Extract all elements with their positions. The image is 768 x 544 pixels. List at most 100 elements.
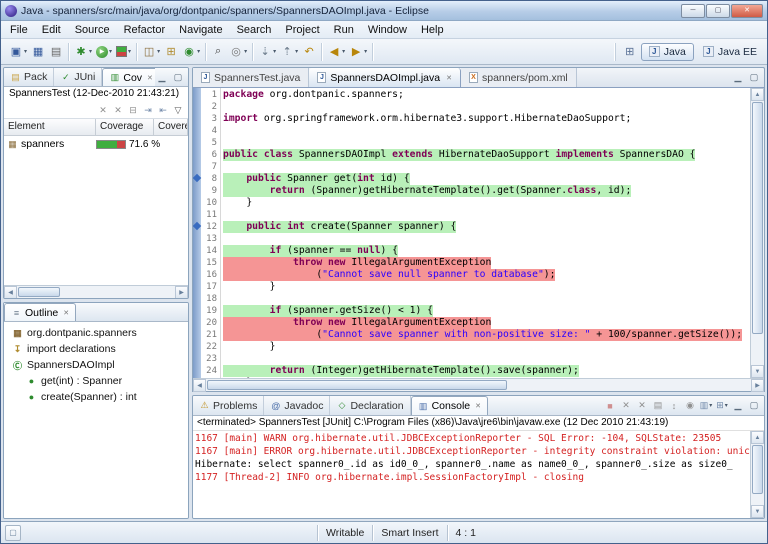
new-package-icon[interactable]: ⊞ (162, 43, 180, 61)
code-line[interactable]: return (Spanner)getHibernateTemplate().g… (223, 185, 750, 197)
menu-navigate[interactable]: Navigate (172, 23, 229, 37)
minimize-icon[interactable]: ▁ (731, 399, 745, 413)
scroll-thumb[interactable] (207, 380, 507, 390)
menu-search[interactable]: Search (230, 23, 279, 37)
close-icon[interactable]: ✕ (63, 309, 69, 317)
menu-project[interactable]: Project (278, 23, 326, 37)
last-edit-location-icon[interactable]: ↶ (300, 43, 318, 61)
perspective-java[interactable]: JJava (641, 43, 694, 61)
coverage-session-label[interactable]: SpannersTest (12-Dec-2010 21:43:21) (4, 87, 188, 102)
terminate-icon[interactable]: ■ (603, 399, 617, 413)
console-output[interactable]: 1167 [main] WARN org.hibernate.util.JDBC… (193, 431, 750, 518)
debug-icon[interactable]: ✱▾ (72, 43, 94, 61)
code-line[interactable]: public Spanner get(int id) { (223, 173, 750, 185)
code-line[interactable] (223, 293, 750, 305)
view-menu-icon[interactable]: ▽ (171, 103, 185, 117)
menu-source[interactable]: Source (68, 23, 117, 37)
console-vscrollbar[interactable]: ▲ ▼ (750, 431, 764, 518)
outline-item-spannersdaoimpl[interactable]: ⒸSpannersDAOImpl (4, 357, 188, 373)
view-tab-juni[interactable]: ✓JUni (54, 68, 102, 86)
run-icon[interactable]: ▶▾ (94, 44, 114, 60)
external-tools-icon[interactable]: ◎▾ (227, 43, 249, 61)
view-tab-problems[interactable]: ⚠Problems (193, 396, 264, 415)
close-icon[interactable]: ✕ (147, 74, 153, 82)
code-line[interactable]: } (223, 197, 750, 209)
menu-window[interactable]: Window (361, 23, 414, 37)
scroll-left-icon[interactable]: ◀ (193, 379, 206, 392)
coverage-hscrollbar[interactable]: ◀ ▶ (4, 285, 188, 298)
maximize-icon[interactable]: ▢ (171, 70, 185, 84)
code-line[interactable]: ("Cannot save spanner with non-positive … (223, 329, 750, 341)
code-line[interactable]: public class SpannersDAOImpl extends Hib… (223, 149, 750, 161)
code-line[interactable]: package org.dontpanic.spanners; (223, 89, 750, 101)
maximize-button[interactable]: ▢ (706, 4, 730, 18)
menu-run[interactable]: Run (327, 23, 361, 37)
code-line[interactable] (223, 209, 750, 221)
titlebar[interactable]: Java - spanners/src/main/java/org/dontpa… (1, 1, 767, 21)
fast-view-icon[interactable]: ▢ (5, 525, 21, 541)
remove-all-launches-icon[interactable]: ✕ (635, 399, 649, 413)
remove-launch-icon[interactable]: ✕ (619, 399, 633, 413)
code-line[interactable] (223, 233, 750, 245)
view-tab-pack[interactable]: ▤Pack (4, 68, 54, 86)
outline-item-import-declarations[interactable]: ↧import declarations (4, 341, 188, 357)
code-line[interactable]: public int create(Spanner spanner) { (223, 221, 750, 233)
scroll-track[interactable] (751, 444, 764, 505)
search-icon[interactable]: ⌕ (209, 43, 227, 61)
forward-icon[interactable]: ▶▾ (347, 43, 369, 61)
code-line[interactable]: if (spanner == null) { (223, 245, 750, 257)
menu-refactor[interactable]: Refactor (117, 23, 173, 37)
scroll-thumb[interactable] (18, 287, 60, 297)
scroll-track[interactable] (17, 286, 175, 298)
code-line[interactable]: throw new IllegalArgumentException (223, 257, 750, 269)
next-annotation-icon[interactable]: ⇣▾ (256, 43, 278, 61)
coverage-launch-icon[interactable]: ▾ (114, 44, 133, 59)
scroll-track[interactable] (751, 101, 764, 365)
export-session-icon[interactable]: ⇤ (156, 103, 170, 117)
code-line[interactable]: throw new IllegalArgumentException (223, 317, 750, 329)
close-button[interactable]: ✕ (731, 4, 763, 18)
column-header-element[interactable]: Element (4, 119, 96, 135)
editor-tab-spanners-pom-xml[interactable]: Xspanners/pom.xml (461, 68, 577, 87)
editor-vscrollbar[interactable]: ▲ ▼ (750, 88, 764, 378)
code-line[interactable] (223, 353, 750, 365)
column-header-coverage[interactable]: Coverage (96, 119, 154, 135)
close-icon[interactable]: ✕ (446, 74, 452, 82)
minimize-icon[interactable]: ▁ (731, 71, 745, 85)
scroll-thumb[interactable] (752, 102, 763, 334)
column-header-covered[interactable]: Covered (154, 119, 188, 135)
scroll-up-icon[interactable]: ▲ (751, 431, 764, 444)
view-tab-declaration[interactable]: ◇Declaration (330, 396, 410, 415)
previous-annotation-icon[interactable]: ⇡▾ (278, 43, 300, 61)
code-line[interactable]: } (223, 341, 750, 353)
merge-sessions-icon[interactable]: ⊟ (126, 103, 140, 117)
display-selected-console-icon[interactable]: ▥▾ (699, 399, 713, 413)
code-line[interactable] (223, 161, 750, 173)
editor-tab-spannersdaoimpl-java[interactable]: JSpannersDAOImpl.java✕ (309, 68, 461, 87)
editor-tab-spannerstest-java[interactable]: JSpannersTest.java (193, 68, 309, 87)
save-icon[interactable]: ▦ (29, 43, 47, 61)
outline-item-create-spanner-int[interactable]: ●create(Spanner) : int (4, 389, 188, 405)
new-wizard-icon[interactable]: ▣▾ (7, 43, 29, 61)
scroll-right-icon[interactable]: ▶ (751, 379, 764, 392)
code-line[interactable] (223, 125, 750, 137)
code-line[interactable]: if (spanner.getSize() < 1) { (223, 305, 750, 317)
scroll-thumb[interactable] (752, 445, 763, 494)
code-line[interactable] (223, 101, 750, 113)
close-icon[interactable]: ✕ (475, 402, 481, 410)
minimize-icon[interactable]: ▁ (155, 70, 169, 84)
open-perspective-icon[interactable]: ⊞ (622, 44, 638, 60)
remove-all-sessions-icon[interactable]: ✕ (111, 103, 125, 117)
print-icon[interactable]: ▤ (47, 43, 65, 61)
code-area[interactable]: package org.dontpanic.spanners; import o… (221, 88, 750, 378)
code-line[interactable]: ("Cannot save null spanner to database")… (223, 269, 750, 281)
scroll-lock-icon[interactable]: ↕ (667, 399, 681, 413)
view-tab-console[interactable]: ▥Console✕ (411, 396, 488, 415)
code-line[interactable] (223, 137, 750, 149)
menu-edit[interactable]: Edit (35, 23, 68, 37)
code-line[interactable]: } (223, 281, 750, 293)
perspective-java-ee[interactable]: JJava EE (696, 43, 764, 61)
new-class-icon[interactable]: ◉▾ (180, 43, 202, 61)
outline-item-org-dontpanic-spanners[interactable]: ▦org.dontpanic.spanners (4, 325, 188, 341)
menu-file[interactable]: File (3, 23, 35, 37)
